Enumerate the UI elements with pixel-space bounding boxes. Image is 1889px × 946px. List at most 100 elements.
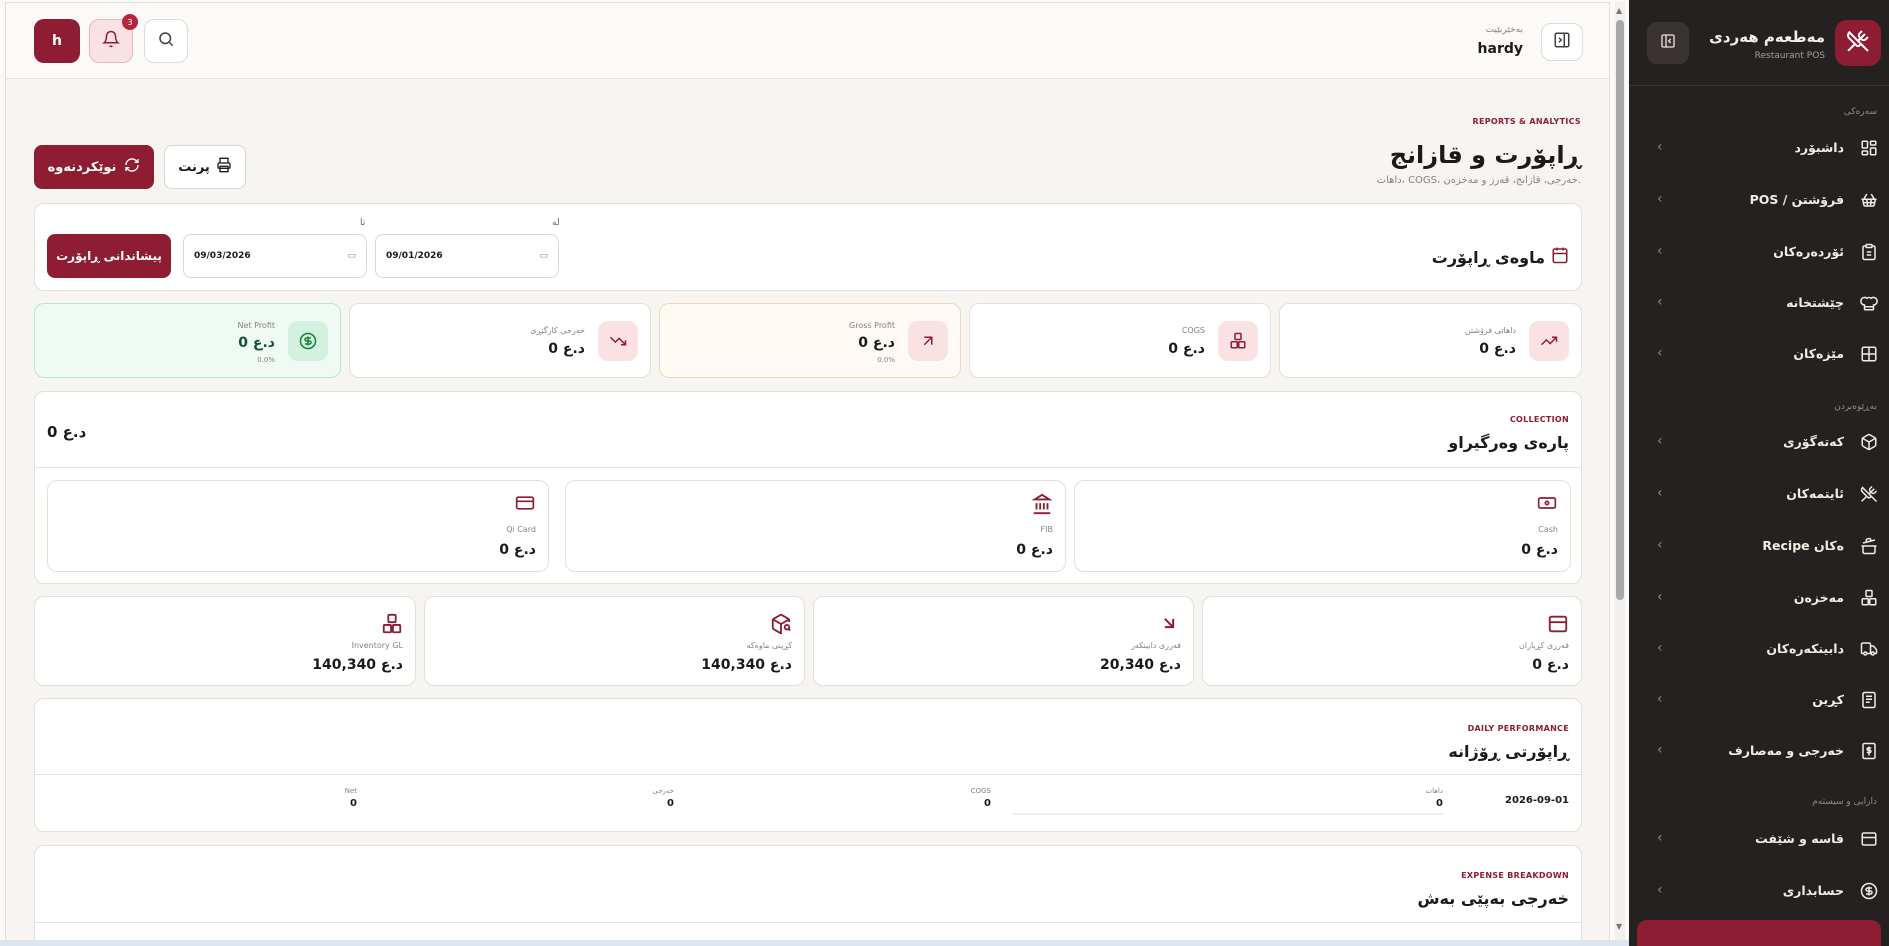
- truck-icon: [1859, 639, 1879, 659]
- scroll-thumb[interactable]: [1616, 20, 1624, 600]
- section-label-main: سەرەکی: [1843, 107, 1877, 117]
- scroll-down-arrow[interactable]: ▼: [1616, 922, 1622, 931]
- trending-down-icon: [598, 321, 638, 361]
- sidebar-item-tables[interactable]: مێزەکان ‹: [1629, 332, 1889, 376]
- clipboard-icon: [1859, 242, 1879, 262]
- boxes-icon: [1859, 588, 1879, 608]
- panel-toggle-button[interactable]: [1541, 23, 1583, 61]
- daily-cogs-label: COGS: [970, 787, 991, 795]
- collection-card: COLLECTION پارەی وەرگیراو 0 د.ع Cash 0 د…: [34, 391, 1582, 584]
- scroll-up-arrow[interactable]: ▲: [1616, 6, 1622, 15]
- dollar-receipt-icon: [1859, 741, 1879, 761]
- divider: [35, 922, 1581, 923]
- utensils-crossed-icon: [1846, 29, 1870, 57]
- to-date-value: 09/03/2026: [194, 251, 251, 261]
- chevron-left-icon: ‹: [1657, 537, 1663, 553]
- box-icon: [1859, 432, 1879, 452]
- sidebar-item-kitchen[interactable]: چێشتخانە ‹: [1629, 281, 1889, 325]
- chevron-left-icon: ‹: [1657, 191, 1663, 207]
- chevron-left-icon: ‹: [1657, 243, 1663, 259]
- sidebar-item-suppliers[interactable]: دابینکەرەکان ‹: [1629, 627, 1889, 671]
- arrow-up-right-icon: [908, 321, 948, 361]
- daily-revenue-value: 0: [1436, 798, 1443, 809]
- sidebar-item-pos[interactable]: POS / فرۆشتن ‹: [1629, 178, 1889, 222]
- payment-method-cash: Cash 0 د.ع: [1074, 480, 1571, 572]
- sidebar-item-cash-shift[interactable]: قاسە و شێفت ‹: [1629, 817, 1889, 861]
- kpi-card-cogs: COGS 0 د.ع: [969, 303, 1271, 378]
- collection-title: پارەی وەرگیراو: [1448, 433, 1569, 452]
- sidebar-item-categories[interactable]: کەتەگۆری ‹: [1629, 420, 1889, 464]
- balance-value: 0 د.ع: [1532, 657, 1569, 673]
- from-date-input[interactable]: 09/01/2026 ▭: [375, 234, 559, 278]
- balance-card-period-purchases: کڕینی ماوەکە 140,340 د.ع: [424, 596, 805, 686]
- chevron-left-icon: ‹: [1657, 640, 1663, 656]
- user-avatar[interactable]: h: [34, 19, 80, 63]
- date-picker-icon[interactable]: ▭: [539, 251, 548, 261]
- show-report-button[interactable]: پیشاندانی ڕاپۆرت: [47, 234, 171, 278]
- sidebar-item-reports-active[interactable]: [1637, 920, 1881, 946]
- daily-net-value: 0: [350, 798, 357, 809]
- kpi-card-gross-profit: Gross Profit 0 د.ع 0.0%: [659, 303, 961, 378]
- boxes-icon: [381, 613, 403, 639]
- notifications-button[interactable]: 3: [89, 14, 138, 63]
- table-row: 2026-09-01 داهات 0 COGS 0 خەرجی 0 Net 0: [35, 775, 1581, 832]
- daily-expense-value: 0: [667, 798, 674, 809]
- balance-label: قەرزی دابینکەر: [1130, 641, 1181, 650]
- cooking-pot-icon: [1859, 536, 1879, 556]
- to-date-input[interactable]: 09/03/2026 ▭: [183, 234, 367, 278]
- refresh-button[interactable]: نوێکردنەوە: [34, 145, 154, 189]
- kpi-value: 0 د.ع: [238, 335, 275, 351]
- balance-value: 140,340 د.ع: [701, 657, 792, 673]
- basket-icon: [1859, 190, 1879, 210]
- chevron-left-icon: ‹: [1657, 882, 1663, 898]
- sidebar-item-label: دابینکەرەکان: [1766, 641, 1844, 656]
- sidebar-collapse-button[interactable]: [1647, 22, 1689, 64]
- payment-method-label: Qi Card: [506, 525, 536, 534]
- sidebar-item-inventory[interactable]: مەخزەن ‹: [1629, 576, 1889, 620]
- refresh-icon: [124, 157, 140, 177]
- brand-name: مەطعەم هەردی: [1709, 28, 1825, 46]
- sidebar-item-items[interactable]: ئایتمەکان ‹: [1629, 472, 1889, 516]
- arrow-down-right-icon: [1159, 613, 1179, 637]
- daily-title: ڕاپۆرتی ڕۆژانە: [1448, 742, 1569, 761]
- kpi-label: COGS: [1181, 326, 1205, 335]
- sidebar-item-orders[interactable]: ئۆردەرەکان ‹: [1629, 230, 1889, 274]
- refresh-label: نوێکردنەوە: [47, 159, 117, 175]
- sidebar-item-expenses[interactable]: خەرجی و مەصارف ‹: [1629, 729, 1889, 773]
- print-button[interactable]: پرنت: [164, 145, 246, 189]
- kpi-value: 0 د.ع: [1168, 341, 1205, 357]
- payment-method-label: Cash: [1538, 525, 1558, 534]
- sidebar-item-accounting[interactable]: حسابداری ‹: [1629, 869, 1889, 913]
- search-button[interactable]: [144, 19, 188, 63]
- sidebar-item-label: ئایتمەکان: [1786, 486, 1844, 501]
- chevron-left-icon: ‹: [1657, 345, 1663, 361]
- daily-cogs-value: 0: [984, 798, 991, 809]
- sidebar-item-dashboard[interactable]: داشبۆرد ‹: [1629, 126, 1889, 170]
- sidebar-item-label: خەرجی و مەصارف: [1728, 743, 1844, 758]
- daily-expense-label: خەرجی: [652, 787, 674, 795]
- sidebar-item-purchases[interactable]: کڕین ‹: [1629, 678, 1889, 722]
- chevron-left-icon: ‹: [1657, 691, 1663, 707]
- date-picker-icon[interactable]: ▭: [347, 251, 356, 261]
- balance-label: قەرزی کڕیاران: [1519, 641, 1569, 650]
- daily-net-label: Net: [344, 787, 357, 795]
- balance-label: Inventory GL: [351, 641, 403, 650]
- report-period-title: ماوەی ڕاپۆرت: [1431, 248, 1545, 267]
- kpi-value: 0 د.ع: [858, 335, 895, 351]
- sidebar-item-recipes[interactable]: Recipe ەکان ‹: [1629, 524, 1889, 568]
- chef-hat-icon: [1859, 293, 1879, 313]
- sidebar-item-label: Recipe ەکان: [1762, 538, 1844, 553]
- restaurant-logo: [1835, 20, 1881, 66]
- main-scrollbar[interactable]: ▲ ▼: [1615, 2, 1625, 944]
- dollar-circle-icon: [288, 321, 328, 361]
- page-eyebrow: REPORTS & ANALYTICS: [1472, 117, 1581, 126]
- balance-label: کڕینی ماوەکە: [746, 641, 792, 650]
- sidebar-header: مەطعەم هەردی Restaurant POS: [1629, 0, 1889, 86]
- sidebar-item-label: چێشتخانە: [1786, 295, 1844, 310]
- bell-icon: [101, 30, 121, 52]
- balance-value: 20,340 د.ع: [1100, 657, 1181, 673]
- table-grid-icon: [1859, 344, 1879, 364]
- credit-card-icon: [514, 493, 536, 517]
- from-date-value: 09/01/2026: [386, 251, 443, 261]
- revenue-bar-track: [1013, 813, 1443, 815]
